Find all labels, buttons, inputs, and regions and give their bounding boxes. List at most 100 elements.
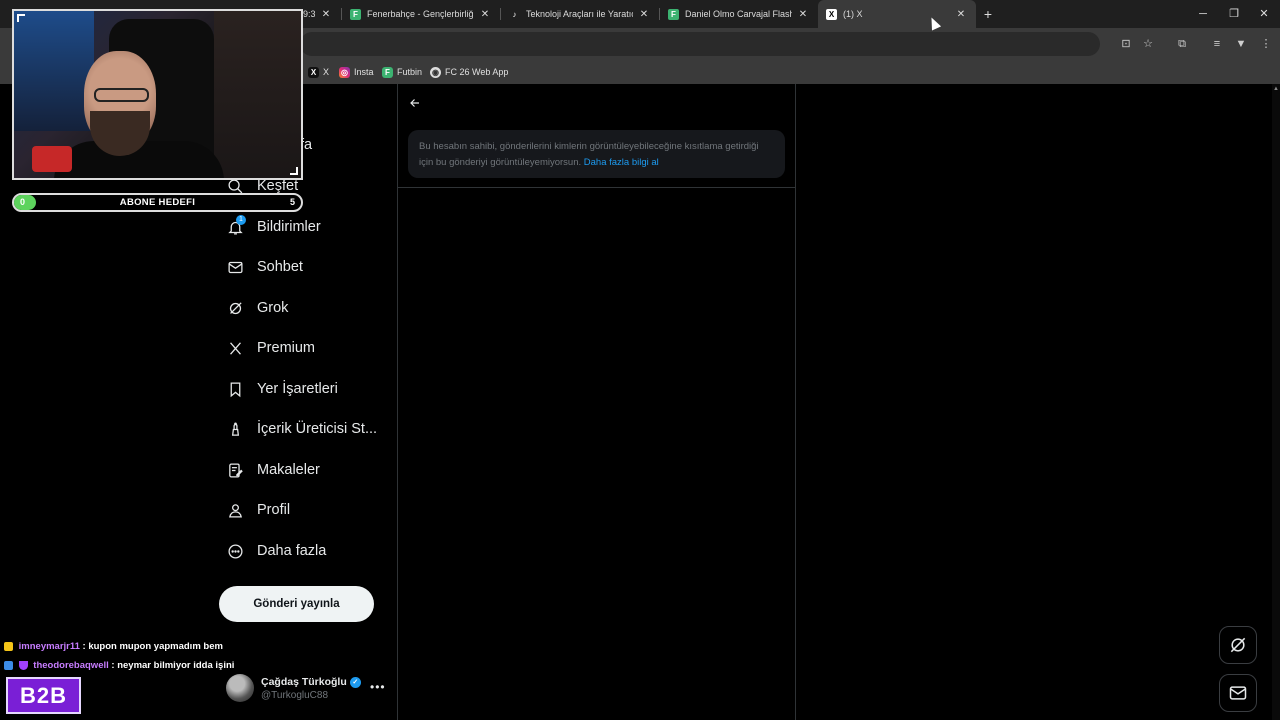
browser-tab-x-active[interactable]: X (1) X ✕ xyxy=(818,0,976,28)
futbin-icon: F xyxy=(668,8,679,20)
browser-tab-olmo[interactable]: F Daniel Olmo Carvajal Flashback ✕ xyxy=(660,0,818,28)
chat-username: imneymarjr11 xyxy=(18,641,80,652)
chat-message: imneymarjr11 : kupon mupon yapmadım bem xyxy=(4,641,223,652)
column-divider-right xyxy=(795,84,796,720)
tab-title: Fenerbahçe - Gençlerbirliği canlı xyxy=(367,9,474,19)
webcam-overlay xyxy=(12,9,303,180)
bookmark-label: FC 26 Web App xyxy=(445,67,509,77)
bookmark-x[interactable]: X X xyxy=(308,64,329,80)
menu-dots-icon[interactable]: ⋮ xyxy=(1258,36,1274,52)
back-button[interactable] xyxy=(405,94,425,112)
tab-favicon-icon: F xyxy=(350,8,361,20)
creator-studio-icon xyxy=(226,420,244,438)
sidebar-item-label: Grok xyxy=(257,300,289,316)
notification-badge: 1 xyxy=(236,215,246,225)
star-icon[interactable]: ☆ xyxy=(1140,36,1156,52)
window-close-icon[interactable]: ✕ xyxy=(1256,6,1272,22)
grok-icon xyxy=(226,299,244,317)
learn-more-link[interactable]: Daha fazla bilgi al xyxy=(584,157,659,168)
restricted-post-notice: Bu hesabın sahibi, gönderilerini kimleri… xyxy=(408,130,785,178)
bookmark-label: X xyxy=(323,67,330,77)
subscriber-goal-bar: 0 ABONE HEDEFI 5 xyxy=(12,193,303,212)
chat-username: theodorebaqwell xyxy=(33,660,109,671)
sidebar-item-notifications[interactable]: 1 Bildirimler xyxy=(226,213,321,241)
sidebar-item-articles[interactable]: Makaleler xyxy=(226,456,320,484)
sidebar-item-label: Daha fazla xyxy=(257,543,327,559)
close-icon[interactable]: ✕ xyxy=(796,9,810,20)
tab-title: 9:3 xyxy=(303,9,315,19)
goal-label: ABONE HEDEFI xyxy=(119,197,196,208)
tiktok-icon: ♪ xyxy=(512,9,517,19)
sidebar-item-label: Makaleler xyxy=(257,462,320,478)
chat-text: : neymar bilmiyor idda işini xyxy=(111,660,235,671)
x-logo-icon xyxy=(226,339,244,357)
chat-text: : kupon mupon yapmadım bem xyxy=(82,641,223,652)
bookmark-futbin[interactable]: F Futbin xyxy=(382,64,422,80)
restore-icon[interactable]: ❐ xyxy=(1226,6,1242,22)
scrollbar[interactable] xyxy=(1272,84,1280,720)
media-icon[interactable]: ≡ xyxy=(1209,36,1225,52)
minimize-icon[interactable]: ─ xyxy=(1195,6,1211,22)
mail-icon xyxy=(226,258,244,276)
sidebar-item-more[interactable]: Daha fazla xyxy=(226,537,326,565)
tab-title: Daniel Olmo Carvajal Flashback xyxy=(685,9,792,19)
chat-badge-icon xyxy=(4,660,13,670)
x-icon: X xyxy=(826,8,837,20)
sidebar-item-label: Yer İşaretleri xyxy=(257,381,338,397)
bookmark-icon xyxy=(226,380,244,398)
address-bar[interactable] xyxy=(300,32,1100,56)
messages-float-button[interactable] xyxy=(1219,674,1257,712)
more-dots-icon[interactable]: ••• xyxy=(370,680,386,694)
account-display-name: Çağdaş Türkoğlu xyxy=(261,676,347,688)
channel-logo: B2B xyxy=(6,677,81,714)
goal-target: 5 xyxy=(289,197,295,207)
profile-shield-icon[interactable]: ▼ xyxy=(1233,36,1249,52)
account-handle: @TurkogluC88 xyxy=(261,690,329,701)
tab-title: Teknoloji Araçları ile Yaratıcılığı xyxy=(526,9,633,19)
browser-tab-tiktok[interactable]: ♪ Teknoloji Araçları ile Yaratıcılığı ✕ xyxy=(501,0,659,28)
close-icon[interactable]: ✕ xyxy=(478,9,492,20)
sidebar-item-grok[interactable]: Grok xyxy=(226,294,288,322)
globe-icon: ◉ xyxy=(430,66,441,78)
sidebar-item-chat[interactable]: Sohbet xyxy=(226,253,303,281)
verified-badge-icon: ✓ xyxy=(349,676,361,688)
bookmark-label: Insta xyxy=(354,67,374,77)
bell-icon: 1 xyxy=(226,215,246,236)
mail-icon xyxy=(1229,686,1247,700)
bookmark-label: Futbin xyxy=(397,67,423,77)
account-switcher[interactable]: Çağdaş Türkoğlu ✓ @TurkogluC88 ••• xyxy=(226,674,386,704)
sidebar-item-label: Sohbet xyxy=(257,259,303,275)
sidebar-item-premium[interactable]: Premium xyxy=(226,334,315,362)
scroll-up-icon[interactable]: ▲ xyxy=(1273,86,1279,92)
bookmark-fc26[interactable]: ◉ FC 26 Web App xyxy=(430,64,508,80)
articles-icon xyxy=(226,461,244,479)
column-divider-left xyxy=(397,84,398,720)
sidebar-item-bookmarks[interactable]: Yer İşaretleri xyxy=(226,375,338,403)
chat-message: theodorebaqwell : neymar bilmiyor idda i… xyxy=(4,660,234,671)
arrow-left-icon xyxy=(410,99,419,107)
chat-badge-icon xyxy=(4,641,13,651)
grok-float-button[interactable] xyxy=(1219,626,1257,664)
instagram-icon: ◎ xyxy=(339,66,350,78)
sidebar-item-label: Premium xyxy=(257,340,316,356)
avatar xyxy=(226,674,254,702)
header-divider xyxy=(397,187,796,188)
sidebar-item-label: Keşfet xyxy=(257,178,299,194)
bookmark-insta[interactable]: ◎ Insta xyxy=(339,64,374,80)
account-display-name-row: Çağdaş Türkoğlu ✓ xyxy=(261,676,361,688)
post-button[interactable]: Gönderi yayınla xyxy=(219,586,374,622)
sidebar-item-profile[interactable]: Profil xyxy=(226,496,290,524)
extensions-icon[interactable]: ⧉ xyxy=(1174,36,1190,52)
sidebar-item-creator-studio[interactable]: İçerik Üreticisi St... xyxy=(226,415,377,443)
close-icon[interactable]: ✕ xyxy=(637,9,651,20)
close-icon[interactable]: ✕ xyxy=(319,9,333,20)
install-app-icon[interactable]: ⊡ xyxy=(1118,36,1134,52)
close-icon[interactable]: ✕ xyxy=(954,9,968,20)
grok-icon xyxy=(1230,637,1246,653)
profile-icon xyxy=(226,501,244,519)
chat-badge-icon xyxy=(18,660,28,670)
new-tab-button[interactable]: + xyxy=(980,6,996,22)
browser-tab-fenerbahce[interactable]: F Fenerbahçe - Gençlerbirliği canlı ✕ xyxy=(342,0,500,28)
sidebar-item-label: İçerik Üreticisi St... xyxy=(257,421,378,437)
sidebar-item-label: Bildirimler xyxy=(257,219,321,235)
